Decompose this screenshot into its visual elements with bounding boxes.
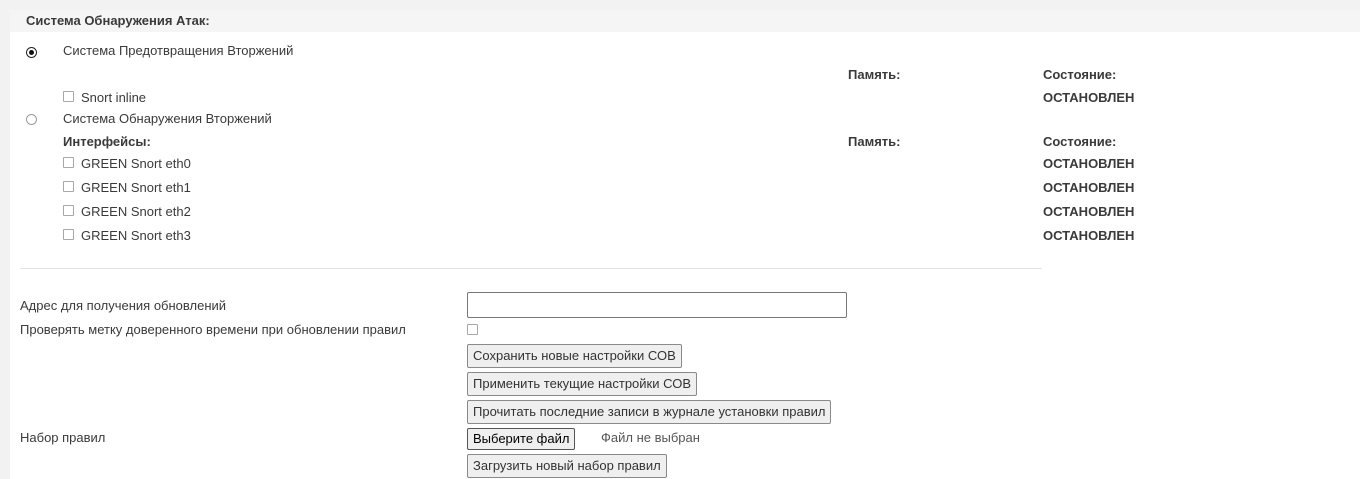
ids-memory-header: Память: xyxy=(848,134,901,149)
snort-inline-checkbox[interactable] xyxy=(63,91,74,102)
choose-file-button[interactable]: Выберите файл xyxy=(467,428,576,450)
ids-state-header: Состояние: xyxy=(1043,134,1117,149)
section-title: Система Обнаружения Атак: xyxy=(26,13,210,28)
ips-mode-label: Система Предотвращения Вторжений xyxy=(63,43,294,58)
interface-eth0-checkbox[interactable] xyxy=(63,157,74,168)
ruleset-label: Набор правил xyxy=(20,430,106,445)
ips-mode-radio[interactable] xyxy=(26,47,37,58)
interface-eth3-state: ОСТАНОВЛЕН xyxy=(1043,228,1135,243)
interface-eth3-checkbox[interactable] xyxy=(63,229,74,240)
interface-eth3-label: GREEN Snort eth3 xyxy=(81,228,191,243)
update-url-label: Адрес для получения обновлений xyxy=(20,298,227,313)
interface-eth0-state: ОСТАНОВЛЕН xyxy=(1043,156,1135,171)
apply-settings-button[interactable]: Применить текущие настройки СОВ xyxy=(467,372,697,396)
update-url-input[interactable] xyxy=(467,292,847,318)
ids-settings-panel: Система Обнаружения Атак: Система Предот… xyxy=(10,10,1360,479)
verify-timestamp-checkbox[interactable] xyxy=(467,324,478,335)
interface-eth0-label: GREEN Snort eth0 xyxy=(81,156,191,171)
interfaces-header: Интерфейсы: xyxy=(63,134,151,149)
ids-mode-radio[interactable] xyxy=(26,114,37,125)
interface-eth2-label: GREEN Snort eth2 xyxy=(81,204,191,219)
ips-memory-header: Память: xyxy=(848,67,901,82)
section-header xyxy=(10,10,1360,32)
snort-inline-label: Snort inline xyxy=(81,90,147,105)
read-log-button[interactable]: Прочитать последние записи в журнале уст… xyxy=(467,400,832,424)
upload-ruleset-button[interactable]: Загрузить новый набор правил xyxy=(467,454,667,478)
interface-eth1-checkbox[interactable] xyxy=(63,181,74,192)
ips-state-header: Состояние: xyxy=(1043,67,1117,82)
interface-eth1-label: GREEN Snort eth1 xyxy=(81,180,191,195)
section-divider xyxy=(20,268,1042,269)
interface-eth2-state: ОСТАНОВЛЕН xyxy=(1043,204,1135,219)
interface-eth1-state: ОСТАНОВЛЕН xyxy=(1043,180,1135,195)
save-settings-button[interactable]: Сохранить новые настройки СОВ xyxy=(467,344,682,368)
no-file-text: Файл не выбран xyxy=(601,430,700,445)
interface-eth2-checkbox[interactable] xyxy=(63,205,74,216)
snort-inline-state: ОСТАНОВЛЕН xyxy=(1043,90,1135,105)
verify-timestamp-label: Проверять метку доверенного времени при … xyxy=(20,322,406,337)
ids-mode-label: Система Обнаружения Вторжений xyxy=(63,111,272,126)
